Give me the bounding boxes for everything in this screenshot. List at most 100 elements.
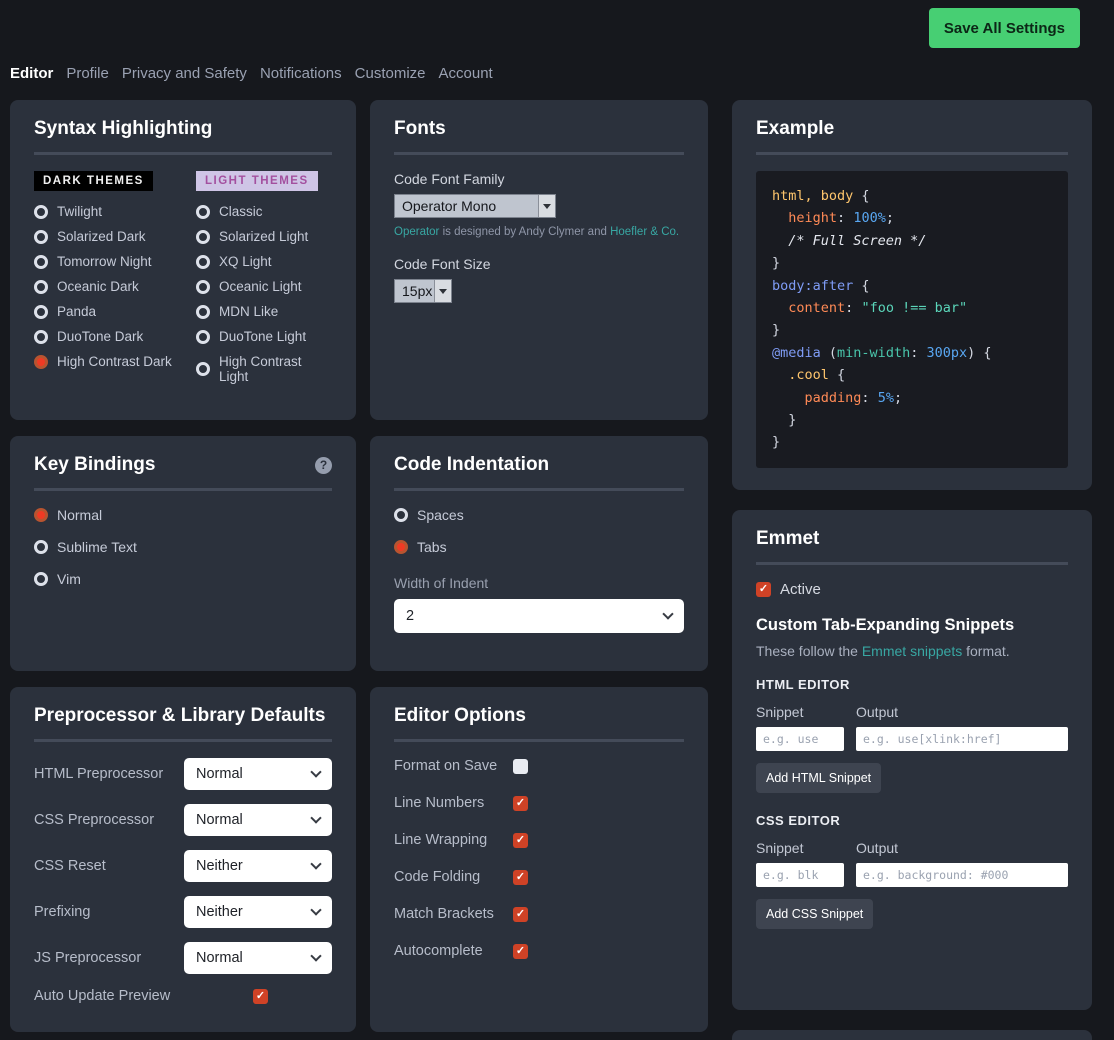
css-editor-heading: CSS EDITOR: [756, 813, 1068, 828]
indentation-option-spaces[interactable]: Spaces: [394, 507, 684, 523]
html-editor-heading: HTML EDITOR: [756, 677, 1068, 692]
dark-theme-option-twilight[interactable]: Twilight: [34, 204, 196, 219]
radio-unselected-icon[interactable]: [34, 572, 48, 586]
radio-unselected-icon[interactable]: [196, 230, 210, 244]
radio-unselected-icon[interactable]: [34, 330, 48, 344]
light-theme-option-duotone-light[interactable]: DuoTone Light: [196, 329, 332, 344]
dark-theme-option-panda[interactable]: Panda: [34, 304, 196, 319]
panel-title: Fonts: [394, 118, 446, 140]
light-theme-option-classic[interactable]: Classic: [196, 204, 332, 219]
help-icon[interactable]: ?: [315, 457, 332, 474]
light-theme-option-oceanic-light[interactable]: Oceanic Light: [196, 279, 332, 294]
add-css-snippet-button[interactable]: Add CSS Snippet: [756, 899, 873, 929]
checkbox-checked-icon[interactable]: [513, 870, 528, 885]
emmet-active-toggle[interactable]: Active: [756, 581, 1068, 598]
checkbox-checked-icon[interactable]: [513, 833, 528, 848]
checkbox-unchecked-icon[interactable]: [513, 759, 528, 774]
operator-link[interactable]: Operator: [394, 226, 439, 238]
key-bindings-panel: Key Bindings ? NormalSublime TextVim: [10, 436, 356, 671]
code-line: padding: 5%;: [772, 387, 1052, 409]
js-preprocessor-select[interactable]: Normal: [184, 942, 332, 974]
indentation-option-tabs[interactable]: Tabs: [394, 539, 684, 555]
radio-selected-icon[interactable]: [34, 508, 48, 522]
css-reset-select[interactable]: Neither: [184, 850, 332, 882]
radio-unselected-icon[interactable]: [196, 255, 210, 269]
radio-unselected-icon[interactable]: [196, 280, 210, 294]
theme-columns: DARK THEMES TwilightSolarized DarkTomorr…: [34, 171, 332, 394]
html-output-input[interactable]: [856, 727, 1068, 751]
tab-profile[interactable]: Profile: [66, 65, 109, 82]
light-theme-option-mdn-like[interactable]: MDN Like: [196, 304, 332, 319]
code-font-size-select[interactable]: 15px: [394, 279, 452, 303]
dark-theme-option-tomorrow-night[interactable]: Tomorrow Night: [34, 254, 196, 269]
dark-theme-option-oceanic-dark[interactable]: Oceanic Dark: [34, 279, 196, 294]
auto-update-preview-row[interactable]: Auto Update Preview: [34, 988, 332, 1004]
editor-option-line-numbers[interactable]: Line Numbers: [394, 795, 684, 811]
editor-option-match-brackets[interactable]: Match Brackets: [394, 906, 684, 922]
editor-option-line-wrapping[interactable]: Line Wrapping: [394, 832, 684, 848]
hoefler-link[interactable]: Hoefler & Co.: [610, 226, 679, 238]
add-html-snippet-button[interactable]: Add HTML Snippet: [756, 763, 881, 793]
html-preprocessor-select[interactable]: Normal: [184, 758, 332, 790]
code-line: body:after {: [772, 275, 1052, 297]
save-all-settings-button[interactable]: Save All Settings: [929, 8, 1080, 48]
key-binding-label: Normal: [57, 507, 102, 523]
tab-privacy-and-safety[interactable]: Privacy and Safety: [122, 65, 247, 82]
snippet-column-label: Snippet: [756, 704, 856, 720]
code-font-family-select[interactable]: Operator Mono: [394, 194, 556, 218]
checkbox-checked-icon[interactable]: [513, 907, 528, 922]
checkbox-checked-icon[interactable]: [513, 796, 528, 811]
radio-unselected-icon[interactable]: [34, 205, 48, 219]
radio-unselected-icon[interactable]: [34, 540, 48, 554]
tab-account[interactable]: Account: [439, 65, 493, 82]
radio-selected-icon[interactable]: [34, 355, 48, 369]
width-of-indent-select[interactable]: 2: [394, 599, 684, 633]
radio-unselected-icon[interactable]: [196, 205, 210, 219]
editor-option-label: Match Brackets: [394, 906, 513, 922]
editor-option-format-on-save[interactable]: Format on Save: [394, 758, 684, 774]
radio-unselected-icon[interactable]: [196, 362, 210, 376]
editor-option-autocomplete[interactable]: Autocomplete: [394, 943, 684, 959]
html-snippet-input[interactable]: [756, 727, 844, 751]
checkbox-checked-icon[interactable]: [513, 944, 528, 959]
tab-notifications[interactable]: Notifications: [260, 65, 342, 82]
column-3: Example html, body { height: 100%; /* Fu…: [732, 100, 1092, 1040]
output-column-label: Output: [856, 840, 1068, 856]
light-theme-option-high-contrast-light[interactable]: High Contrast Light: [196, 354, 332, 384]
key-binding-option-sublime-text[interactable]: Sublime Text: [34, 539, 332, 555]
light-theme-label: Solarized Light: [219, 229, 308, 244]
dark-theme-label: High Contrast Dark: [57, 354, 172, 369]
radio-unselected-icon[interactable]: [34, 255, 48, 269]
tab-editor[interactable]: Editor: [10, 65, 53, 82]
css-preprocessor-select[interactable]: Normal: [184, 804, 332, 836]
key-binding-option-normal[interactable]: Normal: [34, 507, 332, 523]
radio-unselected-icon[interactable]: [34, 230, 48, 244]
prefixing-select[interactable]: Neither: [184, 896, 332, 928]
column-1: Syntax Highlighting DARK THEMES Twilight…: [10, 100, 356, 1032]
checkbox-checked-icon[interactable]: [756, 582, 771, 597]
indentation-list: Spaces Tabs: [394, 507, 684, 555]
preprocessor-rows: HTML PreprocessorNormalCSS PreprocessorN…: [34, 758, 332, 974]
editor-option-code-folding[interactable]: Code Folding: [394, 869, 684, 885]
dark-theme-option-solarized-dark[interactable]: Solarized Dark: [34, 229, 196, 244]
checkbox-checked-icon[interactable]: [253, 989, 268, 1004]
css-snippet-input[interactable]: [756, 863, 844, 887]
radio-unselected-icon[interactable]: [34, 280, 48, 294]
radio-unselected-icon[interactable]: [196, 330, 210, 344]
light-theme-option-solarized-light[interactable]: Solarized Light: [196, 229, 332, 244]
dark-theme-option-duotone-dark[interactable]: DuoTone Dark: [34, 329, 196, 344]
dark-theme-option-high-contrast-dark[interactable]: High Contrast Dark: [34, 354, 196, 369]
css-output-input[interactable]: [856, 863, 1068, 887]
radio-selected-icon[interactable]: [394, 540, 408, 554]
tab-customize[interactable]: Customize: [355, 65, 426, 82]
light-theme-label: High Contrast Light: [219, 354, 332, 384]
code-font-family-label: Code Font Family: [394, 171, 684, 187]
emmet-snippets-link[interactable]: Emmet snippets: [862, 643, 962, 659]
radio-unselected-icon[interactable]: [394, 508, 408, 522]
dark-theme-label: Oceanic Dark: [57, 279, 139, 294]
light-theme-option-xq-light[interactable]: XQ Light: [196, 254, 332, 269]
radio-unselected-icon[interactable]: [34, 305, 48, 319]
key-binding-option-vim[interactable]: Vim: [34, 571, 332, 587]
radio-unselected-icon[interactable]: [196, 305, 210, 319]
chevron-down-icon: [310, 950, 321, 961]
